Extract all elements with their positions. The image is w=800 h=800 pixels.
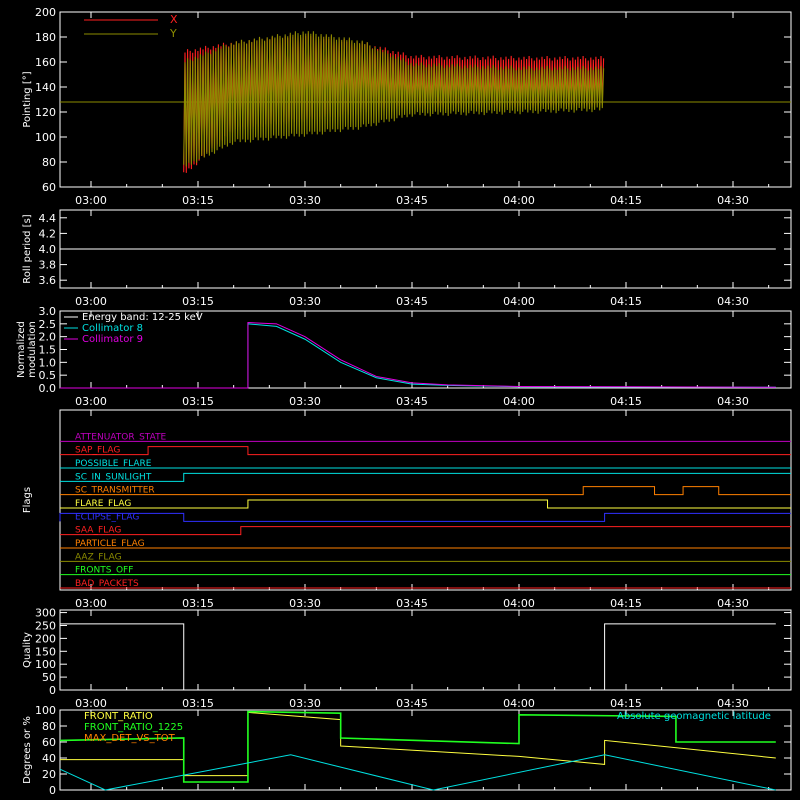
pointing-ytick-label: 60 [42,181,56,194]
quality-ytick-label: 150 [35,645,56,658]
quality-xtick-label: 03:15 [182,697,214,710]
modulation-ytick-label: 3.0 [39,305,57,318]
ratios-legend-label: FRONT_RATIO [84,711,153,722]
modulation-ylabel: modulation [27,321,38,378]
roll-ylabel: Roll period [s] [22,214,33,283]
roll-xtick-label: 03:30 [289,295,321,308]
quality-xtick-label: 03:45 [396,697,428,710]
pointing-ytick-label: 140 [35,81,56,94]
pointing-xtick-label: 04:15 [610,194,642,207]
flags-xtick-label: 03:45 [396,597,428,610]
pointing-xtick-label: 04:30 [717,194,749,207]
pointing-legend-label: Y [169,27,177,40]
roll-ytick-label: 4.4 [39,212,57,225]
pointing-series-y [183,31,605,167]
roll-ytick-label: 3.8 [39,259,57,272]
quality-xtick-label: 04:30 [717,697,749,710]
roll-xtick-label: 03:45 [396,295,428,308]
modulation-xtick-label: 04:30 [717,395,749,408]
quality-xtick-label: 03:00 [75,697,107,710]
flags-trace-sc-in-sunlight [60,472,791,482]
modulation-xtick-label: 03:15 [182,395,214,408]
ratios-ytick-label: 100 [35,704,56,717]
roll-ytick-label: 4.0 [39,243,57,256]
modulation-series-8 [60,323,776,389]
ratios-ytick-label: 60 [42,736,56,749]
quality-xtick-label: 03:30 [289,697,321,710]
flags-xtick-label: 03:30 [289,597,321,610]
modulation-xtick-label: 04:00 [503,395,535,408]
pointing-xtick-label: 03:30 [289,194,321,207]
pointing-ytick-label: 120 [35,106,56,119]
quality-ytick-label: 0 [49,684,56,697]
pointing-ytick-label: 80 [42,156,56,169]
pointing-ytick-label: 180 [35,31,56,44]
pointing-ytick-label: 160 [35,56,56,69]
ratios-ytick-label: 0 [49,784,56,797]
roll-xtick-label: 04:00 [503,295,535,308]
flags-xtick-label: 03:15 [182,597,214,610]
pointing-ytick-label: 200 [35,6,56,19]
modulation-ytick-label: 2.5 [39,318,57,331]
modulation-ylabel: Normalized [16,321,27,378]
pointing-xtick-label: 03:45 [396,194,428,207]
ratios-legend-label: FRONT_RATIO_1225 [84,722,183,733]
quality-xtick-label: 04:00 [503,697,535,710]
roll-xtick-label: 04:30 [717,295,749,308]
modulation-series-9 [60,322,776,389]
pointing-xtick-label: 03:15 [182,194,214,207]
pointing-legend-label: X [170,13,178,26]
modulation-ytick-label: 1.5 [39,344,57,357]
modulation-ytick-label: 0.5 [39,369,57,382]
flags-xtick-label: 03:00 [75,597,107,610]
quality-ytick-label: 200 [35,632,56,645]
flags-trace-sap-flag [60,446,791,456]
flags-trace-saa-flag [60,526,791,536]
modulation-ytick-label: 2.0 [39,331,57,344]
pointing-xtick-label: 04:00 [503,194,535,207]
flags-ylabel: Flags [22,487,33,513]
ratios-ytick-label: 20 [42,768,56,781]
ratios-legend-label: Absolute geomagnetic latitude [617,711,771,722]
modulation-legend-label: Energy band: 12-25 keV [82,312,203,323]
flags-xtick-label: 04:15 [610,597,642,610]
modulation-xtick-label: 03:30 [289,395,321,408]
quality-ylabel: Quality [22,632,33,668]
roll-xtick-label: 03:15 [182,295,214,308]
modulation-ytick-label: 1.0 [39,356,57,369]
modulation-xtick-label: 03:45 [396,395,428,408]
stix-quicklook-figure: 03:00 03:15 03:30 03:45 04:00 04:15 04:30 60 80 1… [16,6,792,797]
quality-ytick-label: 250 [35,619,56,632]
roll-xtick-label: 03:00 [75,295,107,308]
flags-xtick-label: 04:00 [503,597,535,610]
pointing-xtick-label: 03:00 [75,194,107,207]
quality-ytick-label: 50 [42,671,56,684]
quality-line [60,623,776,691]
modulation-ytick-label: 0.0 [39,382,57,395]
modulation-legend-label: Collimator 8 [82,323,143,334]
flags-xtick-label: 04:30 [717,597,749,610]
roll-ytick-label: 4.2 [39,227,57,240]
roll-xtick-label: 04:15 [610,295,642,308]
ratios-legend-label: MAX_DET_VS_TOT [84,733,176,744]
ratios-ytick-label: 40 [42,752,56,765]
modulation-xtick-label: 04:15 [610,395,642,408]
roll-ytick-label: 3.6 [39,274,57,287]
quality-ytick-label: 300 [35,607,56,620]
flags-trace-sc-transmitter [60,486,791,496]
flags-trace-flare-flag [60,499,791,509]
quality-ytick-label: 100 [35,658,56,671]
modulation-xtick-label: 03:00 [75,395,107,408]
ratios-ylabel: Degrees or % [22,716,33,784]
pointing-ytick-label: 100 [35,131,56,144]
quality-frame [59,609,792,691]
flags-trace-eclipse-flag [59,512,791,522]
modulation-legend-label: Collimator 9 [82,334,143,345]
pointing-ylabel: Pointing [°] [22,71,33,127]
quality-xtick-label: 04:15 [610,697,642,710]
ratios-ytick-label: 80 [42,720,56,733]
